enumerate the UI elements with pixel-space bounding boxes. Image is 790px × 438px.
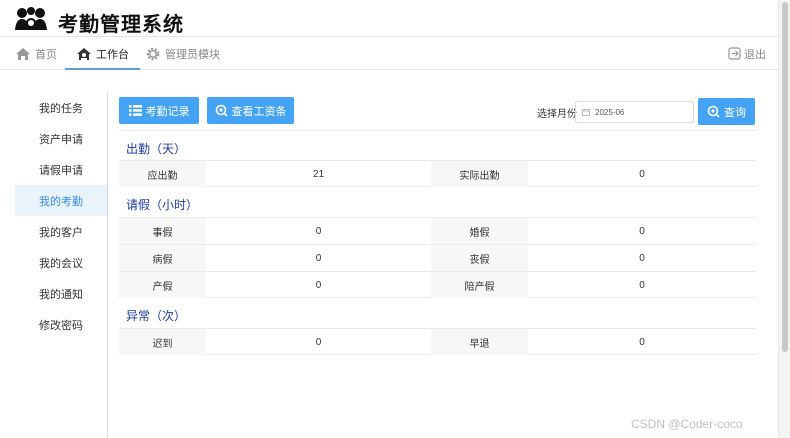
nav-workbench-label: 工作台 (96, 48, 129, 61)
scrollbar[interactable] (778, 0, 790, 438)
sidebar-item-tasks[interactable]: 我的任务 (15, 92, 107, 123)
workbench-icon (77, 47, 91, 60)
search-icon (215, 104, 228, 117)
sidebar-item-leave-request[interactable]: 请假申请 (15, 154, 107, 185)
table-label: 迟到 (119, 329, 206, 355)
query-button[interactable]: 查询 (698, 98, 755, 125)
active-tab-indicator (65, 68, 140, 70)
sidebar-item-customers[interactable]: 我的客户 (15, 216, 107, 247)
home-icon (16, 47, 30, 60)
nav-home[interactable]: 首页 (15, 38, 57, 69)
sidebar-item-change-password[interactable]: 修改密码 (15, 309, 107, 340)
table-label: 早退 (431, 329, 528, 355)
sidebar-item-meetings[interactable]: 我的会议 (15, 247, 107, 278)
month-value: 2025-06 (595, 107, 625, 117)
nav-home-label: 首页 (35, 48, 57, 61)
table-label: 实际出勤 (431, 161, 528, 187)
attendance-records-label: 考勤记录 (145, 105, 190, 118)
table-label: 产假 (119, 272, 206, 298)
attendance-records-button[interactable]: 考勤记录 (119, 97, 199, 124)
watermark: CSDN @Coder-coco (631, 417, 743, 431)
view-payslip-button[interactable]: 查看工资条 (207, 97, 294, 124)
view-payslip-label: 查看工资条 (231, 105, 287, 118)
table-row: 应出勤 21 实际出勤 0 (119, 160, 756, 187)
nav-admin[interactable]: 管理员模块 (145, 38, 220, 69)
table-label: 婚假 (431, 218, 528, 244)
table-row: 病假 0 丧假 0 (119, 244, 756, 271)
month-picker[interactable]: 2025-06 (575, 101, 694, 123)
table-label: 病假 (119, 245, 206, 271)
divider (119, 130, 756, 131)
table-value: 0 (315, 336, 322, 348)
leave-section-title: 请假（小时） (126, 198, 199, 212)
search-icon (707, 105, 720, 118)
table-row: 产假 0 陪产假 0 (119, 271, 756, 298)
table-label: 陪产假 (431, 272, 528, 298)
table-value: 0 (315, 225, 322, 237)
top-nav: 首页 工作台 管理员模块 退出 (0, 38, 778, 70)
abnormal-section-title: 异常（次） (126, 309, 187, 323)
table-label: 应出勤 (119, 161, 206, 187)
scrollbar-thumb[interactable] (782, 2, 788, 352)
sidebar-item-notifications[interactable]: 我的通知 (15, 278, 107, 309)
table-value: 0 (315, 252, 322, 264)
month-label: 选择月份 (537, 109, 577, 120)
table-value: 0 (639, 279, 645, 291)
table-value: 0 (639, 225, 645, 237)
nav-admin-label: 管理员模块 (165, 48, 220, 61)
query-label: 查询 (724, 106, 746, 119)
sidebar-item-asset-request[interactable]: 资产申请 (15, 123, 107, 154)
logout-label: 退出 (744, 48, 766, 61)
sidebar: 我的任务 资产申请 请假申请 我的考勤 我的客户 我的会议 我的通知 修改密码 (15, 92, 108, 438)
table-value: 0 (639, 252, 645, 264)
table-label: 事假 (119, 218, 206, 244)
sidebar-item-attendance[interactable]: 我的考勤 (15, 185, 107, 216)
page: 考勤管理系统 首页 工作台 管理员模块 退出 我的任务 资产申请 请假申请 我的… (0, 0, 790, 438)
calendar-icon (582, 109, 590, 116)
table-row: 迟到 0 早退 0 (119, 328, 756, 355)
app-header: 考勤管理系统 (0, 0, 778, 37)
table-label: 丧假 (431, 245, 528, 271)
logout-button[interactable]: 退出 (728, 38, 766, 69)
logout-icon (728, 47, 741, 60)
table-value: 0 (315, 279, 322, 291)
logo-icon (15, 7, 47, 30)
table-value: 21 (312, 168, 325, 180)
app-title: 考勤管理系统 (58, 14, 184, 36)
table-row: 事假 0 婚假 0 (119, 217, 756, 244)
nav-workbench[interactable]: 工作台 (65, 38, 140, 70)
attendance-section-title: 出勤（天） (126, 142, 187, 156)
table-value: 0 (639, 336, 645, 348)
table-value: 0 (639, 168, 645, 180)
list-icon (128, 105, 142, 116)
gear-icon (146, 47, 160, 60)
